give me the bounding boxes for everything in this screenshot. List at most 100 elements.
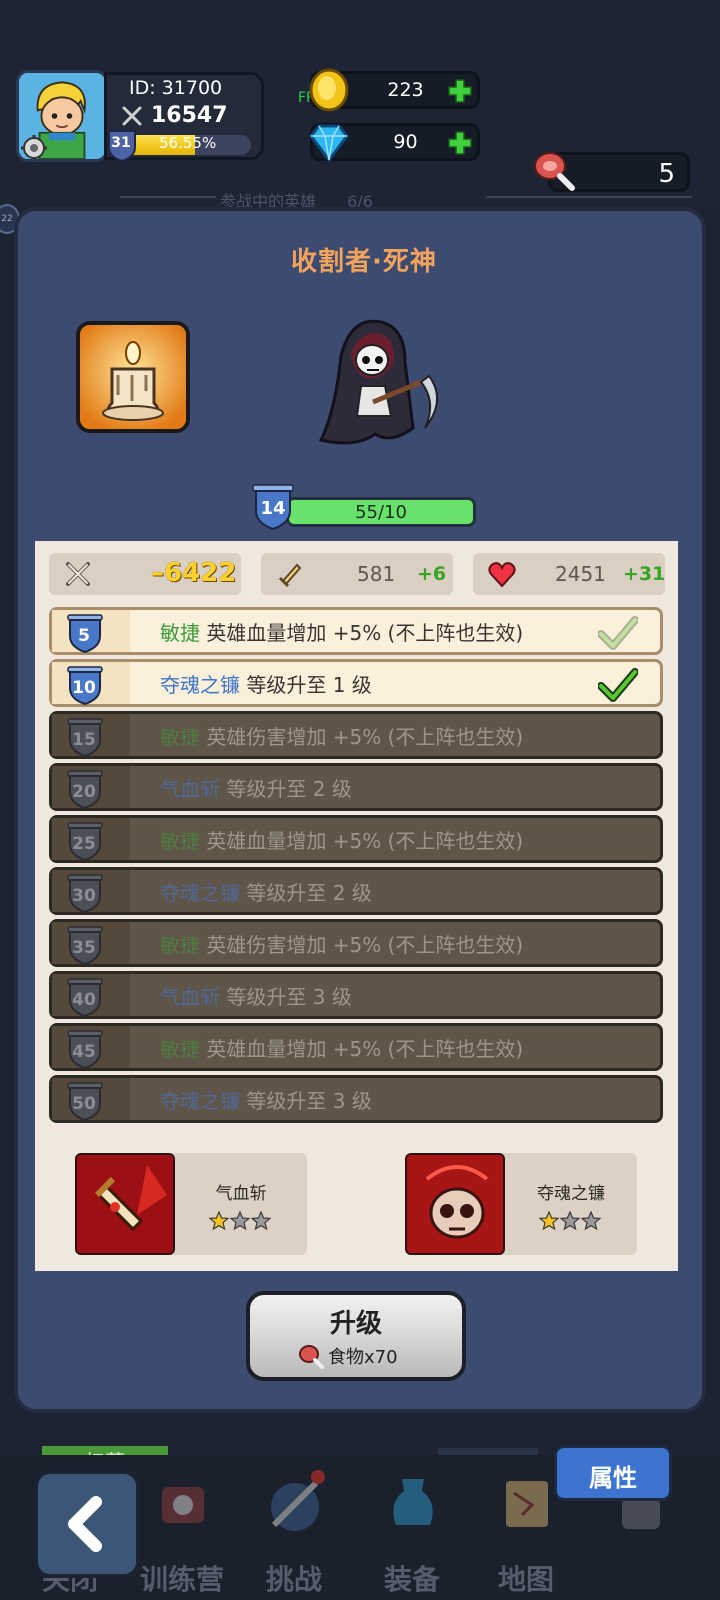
nav-label: 装备	[383, 1563, 440, 1596]
settings-gear-icon[interactable]	[20, 134, 48, 162]
talent-text: 敏捷 英雄伤害增加 +5% (不上阵也生效)	[160, 721, 523, 750]
gem-counter: 90	[309, 123, 480, 163]
talent-level: 25	[72, 834, 96, 854]
add-gem-plus-icon[interactable]	[447, 130, 473, 156]
player-level: 31	[111, 135, 131, 151]
talent-level-badge: 45	[66, 1030, 104, 1070]
talent-level: 10	[72, 678, 96, 698]
talent-text: 敏捷 英雄伤害增加 +5% (不上阵也生效)	[160, 929, 523, 958]
talent-name: 敏捷	[160, 828, 200, 853]
attack-stat: –6422	[49, 553, 241, 595]
skill-card-qixuezhan[interactable]: 气血斩	[75, 1153, 307, 1255]
nav-label: 训练营	[139, 1563, 224, 1596]
talent-desc: 等级升至 2 级	[246, 880, 372, 905]
talent-desc: 等级升至 1 级	[246, 672, 372, 697]
skill-name: 气血斩	[215, 1184, 267, 1204]
skill-card-duohunzhilian[interactable]: 夺魂之镰	[405, 1153, 637, 1255]
hp-bonus: +31	[623, 563, 666, 585]
talent-level-column: 45	[52, 1026, 130, 1070]
meat-icon	[534, 152, 575, 191]
player-xp-text: 56.55%	[159, 134, 217, 152]
talent-level-column: 40	[52, 974, 130, 1018]
talent-level-badge: 35	[66, 926, 104, 966]
talent-level-badge: 30	[66, 874, 104, 914]
talent-level-badge: 20	[66, 770, 104, 810]
hero-exp-text: 55/10	[355, 502, 407, 523]
talent-row[interactable]: 5 敏捷 英雄血量增加 +5% (不上阵也生效)	[49, 607, 663, 655]
hero-level-badge: 14	[250, 483, 298, 531]
star-filled-icon	[539, 1211, 559, 1231]
talent-level: 15	[72, 730, 96, 750]
back-button[interactable]	[34, 1470, 140, 1578]
talent-list[interactable]: 5 敏捷 英雄血量增加 +5% (不上阵也生效) 10 夺魂之镰 等级升至 1 级 15…	[49, 607, 665, 1135]
skill-stars	[209, 1211, 271, 1231]
talent-row[interactable]: 25 敏捷 英雄血量增加 +5% (不上阵也生效)	[49, 815, 663, 863]
divider-left	[120, 196, 216, 198]
skill-icon-frame	[405, 1153, 505, 1255]
talent-row[interactable]: 15 敏捷 英雄伤害增加 +5% (不上阵也生效)	[49, 711, 663, 759]
talent-level-badge: 40	[66, 978, 104, 1018]
upgrade-label: 升级	[329, 1309, 382, 1339]
talent-desc: 等级升至 3 级	[246, 1088, 372, 1113]
talent-level-badge: 5	[66, 614, 104, 654]
talent-level-badge: 25	[66, 822, 104, 862]
hp-value: 2451	[555, 562, 606, 586]
hp-stat: 2451 +31	[473, 553, 665, 595]
talent-text: 夺魂之镰 等级升至 3 级	[160, 1085, 372, 1114]
hero-detail-modal: 收割者·死神 55/10 14 –6422 581 +6 2451 +31 5 …	[14, 207, 706, 1413]
checkmark-icon	[598, 668, 638, 702]
talent-row[interactable]: 30 夺魂之镰 等级升至 2 级	[49, 867, 663, 915]
map-scroll-icon	[506, 1481, 548, 1527]
chevron-left-icon	[68, 1496, 102, 1552]
talent-level-column: 35	[52, 922, 130, 966]
talent-text: 夺魂之镰 等级升至 1 级	[160, 669, 372, 698]
nav-challenge[interactable]: 挑战	[234, 1455, 354, 1600]
talent-level: 40	[72, 990, 96, 1010]
add-gold-plus-icon[interactable]	[447, 78, 473, 104]
nav-training-camp[interactable]: 训练营	[122, 1455, 242, 1600]
hero-equipment-slot[interactable]	[76, 321, 190, 433]
talent-level: 5	[78, 626, 90, 646]
star-empty-icon	[560, 1211, 580, 1231]
talent-row[interactable]: 20 气血斩 等级升至 2 级	[49, 763, 663, 811]
attack-value: –6422	[151, 558, 237, 588]
talent-desc: 英雄血量增加 +5% (不上阵也生效)	[206, 620, 524, 645]
candle-item-icon	[80, 325, 186, 429]
hero-detail-content: –6422 581 +6 2451 +31 5 敏捷 英雄血量增加 +5% (不上…	[35, 541, 678, 1271]
talent-desc: 等级升至 3 级	[226, 984, 352, 1009]
talent-row[interactable]: 50 夺魂之镰 等级升至 3 级	[49, 1075, 663, 1123]
talent-name: 敏捷	[160, 724, 200, 749]
defense-value: 581	[357, 562, 396, 586]
talent-text: 敏捷 英雄血量增加 +5% (不上阵也生效)	[160, 1033, 523, 1062]
talent-row[interactable]: 40 气血斩 等级升至 3 级	[49, 971, 663, 1019]
talent-text: 敏捷 英雄血量增加 +5% (不上阵也生效)	[160, 825, 523, 854]
hero-level: 14	[260, 498, 286, 519]
gold-counter: 223	[309, 68, 480, 112]
talent-desc: 英雄血量增加 +5% (不上阵也生效)	[206, 1036, 524, 1061]
talent-desc: 等级升至 2 级	[226, 776, 352, 801]
defense-bonus: +6	[417, 563, 447, 585]
meat-icon	[299, 1345, 324, 1369]
talent-level-column: 15	[52, 714, 130, 758]
talent-name: 敏捷	[160, 620, 200, 645]
player-info-panel: ID: 31700 16547 56.55% 31	[104, 72, 264, 163]
crossed-swords-icon	[122, 106, 142, 125]
attributes-button[interactable]: 属性	[554, 1445, 672, 1501]
talent-row[interactable]: 35 敏捷 英雄伤害增加 +5% (不上阵也生效)	[49, 919, 663, 967]
nav-label: 地图	[497, 1563, 554, 1596]
nav-equipment[interactable]: 装备	[352, 1455, 472, 1600]
skill-icon-frame	[75, 1153, 175, 1255]
talent-desc: 英雄伤害增加 +5% (不上阵也生效)	[206, 932, 524, 957]
player-id: ID: 31700	[129, 77, 223, 99]
defense-stat: 581 +6	[261, 553, 453, 595]
talent-row[interactable]: 10 夺魂之镰 等级升至 1 级	[49, 659, 663, 707]
upgrade-button[interactable]: 升级 食物x70	[246, 1291, 466, 1381]
blood-sword-skill-icon	[77, 1155, 173, 1253]
attributes-label: 属性	[589, 1464, 637, 1492]
talent-text: 气血斩 等级升至 3 级	[160, 981, 352, 1010]
heart-icon	[488, 562, 516, 588]
talent-row[interactable]: 45 敏捷 英雄血量增加 +5% (不上阵也生效)	[49, 1023, 663, 1071]
talent-name: 夺魂之镰	[160, 672, 240, 697]
talent-name: 敏捷	[160, 1036, 200, 1061]
hero-title: 收割者·死神	[291, 247, 437, 277]
